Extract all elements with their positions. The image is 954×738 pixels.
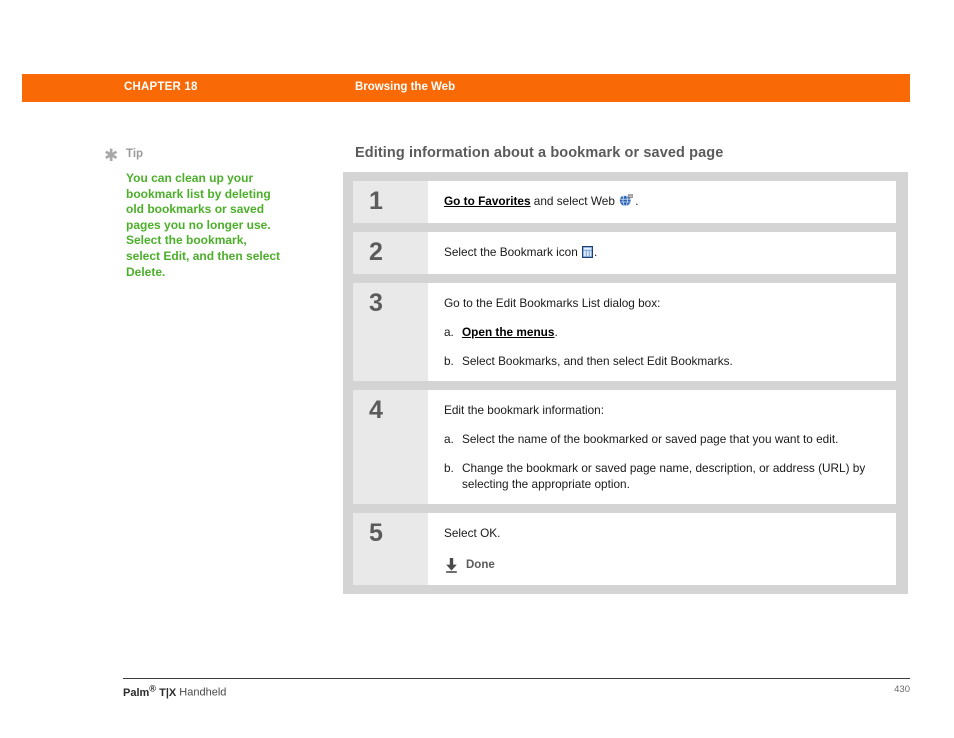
- web-globe-icon: [619, 193, 634, 211]
- tip-sidebar: ✱ Tip You can clean up your bookmark lis…: [104, 148, 284, 280]
- step-row: 3 Go to the Edit Bookmarks List dialog b…: [353, 283, 896, 381]
- page-title: Editing information about a bookmark or …: [355, 145, 724, 161]
- step-lead: Go to the Edit Bookmarks List dialog box…: [444, 296, 661, 310]
- step-number: 2: [353, 232, 428, 274]
- chapter-header-bar: CHAPTER 18 Browsing the Web: [22, 74, 910, 102]
- chapter-label: CHAPTER 18: [124, 81, 198, 93]
- step-content: Select OK. Done: [428, 513, 896, 585]
- page-number: 430: [894, 684, 910, 695]
- footer-product-brand: Palm: [123, 686, 150, 699]
- step-substep: b. Select Bookmarks, and then select Edi…: [444, 353, 882, 369]
- step-number: 3: [353, 283, 428, 381]
- bookmark-list-icon: [582, 246, 594, 262]
- done-label: Done: [466, 559, 495, 571]
- step-row: 2 Select the Bookmark icon .: [353, 232, 896, 274]
- step-lead: Select the Bookmark icon .: [444, 244, 882, 262]
- step-lead-tail: .: [635, 194, 639, 208]
- steps-table: 1 Go to Favorites and select Web . 2 Sel…: [343, 172, 908, 594]
- step-lead: Edit the bookmark information:: [444, 403, 604, 417]
- tip-header: ✱ Tip: [104, 148, 284, 168]
- step-row: 5 Select OK. Done: [353, 513, 896, 585]
- step-number: 4: [353, 390, 428, 504]
- done-marker: Done: [444, 557, 882, 573]
- substep-marker: a.: [444, 325, 454, 339]
- step-content: Go to Favorites and select Web .: [428, 181, 896, 223]
- step-lead: Go to Favorites and select Web .: [444, 193, 882, 211]
- step-lead-tail: .: [594, 245, 598, 259]
- step-number: 5: [353, 513, 428, 585]
- step-lead: Select OK.: [444, 526, 501, 540]
- substep-text: Select the name of the bookmarked or sav…: [462, 432, 839, 446]
- step-substep: b. Change the bookmark or saved page nam…: [444, 460, 882, 492]
- tip-label: Tip: [126, 148, 144, 160]
- footer-product-model: T|X: [156, 686, 177, 699]
- section-title: Browsing the Web: [355, 81, 456, 93]
- cross-reference-link[interactable]: Go to Favorites: [444, 194, 531, 208]
- step-substep: a. Select the name of the bookmarked or …: [444, 431, 882, 447]
- footer-product-rest: Handheld: [176, 686, 227, 699]
- substep-marker: a.: [444, 432, 454, 446]
- step-content: Select the Bookmark icon .: [428, 232, 896, 274]
- footer-product: Palm® T|X Handheld: [123, 683, 226, 699]
- footer-divider: [123, 678, 910, 679]
- asterisk-icon: ✱: [104, 146, 119, 166]
- step-content: Go to the Edit Bookmarks List dialog box…: [428, 283, 896, 381]
- step-row: 1 Go to Favorites and select Web .: [353, 181, 896, 223]
- step-number: 1: [353, 181, 428, 223]
- substep-tail: .: [554, 325, 558, 339]
- step-lead-text: Select the Bookmark icon: [444, 245, 582, 259]
- substep-text: Open the menus.: [462, 324, 882, 340]
- step-content: Edit the bookmark information: a. Select…: [428, 390, 896, 504]
- substep-text: Select Bookmarks, and then select Edit B…: [462, 354, 733, 368]
- step-row: 4 Edit the bookmark information: a. Sele…: [353, 390, 896, 504]
- substep-marker: b.: [444, 354, 454, 368]
- tip-text: You can clean up your bookmark list by d…: [126, 171, 281, 279]
- cross-reference-link[interactable]: Open the menus: [462, 325, 554, 339]
- step-substep: a. Open the menus.: [444, 324, 882, 340]
- substep-marker: b.: [444, 461, 454, 475]
- done-arrow-icon: [444, 557, 459, 573]
- step-lead-rest: and select Web: [530, 194, 619, 208]
- substep-text: Change the bookmark or saved page name, …: [462, 461, 866, 491]
